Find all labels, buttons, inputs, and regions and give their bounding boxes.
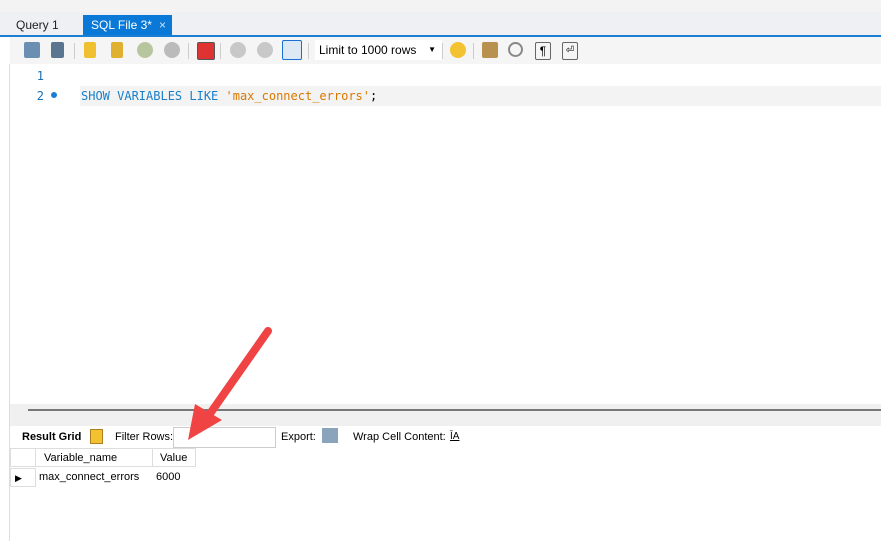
red-arrow-annotation: [188, 327, 272, 440]
